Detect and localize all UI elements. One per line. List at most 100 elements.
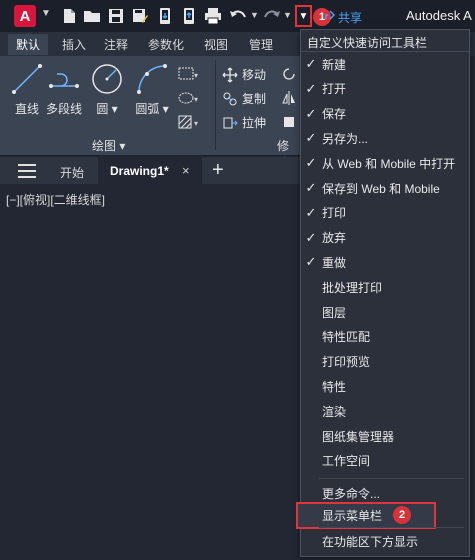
save-web-mobile-icon[interactable]	[180, 7, 198, 25]
menu-item[interactable]: ✓ 新建	[301, 52, 469, 76]
menu-item-label: 工作空间	[322, 454, 371, 469]
group-separator	[215, 60, 216, 150]
tab-parametric[interactable]: 参数化	[148, 36, 184, 53]
menu-item[interactable]: 特性匹配	[301, 325, 469, 349]
new-tab-plus-icon[interactable]: +	[212, 159, 224, 182]
menu-item-label: 保存到 Web 和 Mobile	[322, 181, 440, 196]
menu-item-label: 从 Web 和 Mobile 中打开	[322, 156, 456, 171]
save-icon[interactable]	[107, 7, 125, 25]
menu-item[interactable]: 打印预览	[301, 350, 469, 374]
hamburger-menu-icon[interactable]	[18, 164, 36, 178]
tab-manage[interactable]: 管理	[249, 36, 273, 53]
menu-item[interactable]: ✓ 放弃	[301, 226, 469, 250]
menu-item-label: 显示菜单栏	[322, 509, 383, 523]
menu-item-label: 另存为...	[322, 131, 369, 146]
ribbon-panel: 直线 多段线 圆 ▾ 圆弧 ▾ ▾ ▾ ▾ 移动 复制 拉伸 绘图 ▾ 修	[0, 56, 300, 170]
tab-default[interactable]: 默认	[8, 34, 49, 55]
menu-item[interactable]: ✓ 从 Web 和 Mobile 中打开	[301, 151, 469, 175]
menu-item-label: 图层	[322, 305, 347, 320]
hatch-icon[interactable]: ▾	[177, 114, 199, 130]
close-tab-icon[interactable]: ×	[182, 163, 190, 178]
undo-icon[interactable]	[229, 7, 247, 25]
checkmark-icon: ✓	[305, 56, 317, 71]
menu-item-label: 打印预览	[322, 355, 371, 370]
menu-item-label: 保存	[322, 107, 347, 122]
svg-text:▾: ▾	[194, 95, 198, 104]
fillet-icon[interactable]	[281, 114, 297, 130]
copy-tool[interactable]: 复制	[222, 90, 266, 107]
menu-item[interactable]: ✓ 重做	[301, 250, 469, 274]
line-icon	[12, 64, 42, 94]
tab-annotate[interactable]: 注释	[104, 36, 128, 53]
redo-dropdown-caret-icon[interactable]: ▼	[283, 10, 292, 20]
menu-item-label: 新建	[322, 57, 347, 72]
drawing-tab-label: Drawing1*	[110, 163, 169, 178]
menu-item-label: 放弃	[322, 231, 347, 246]
menu-item-label: 批处理打印	[322, 280, 383, 295]
svg-text:▾: ▾	[194, 71, 198, 80]
polyline-tool[interactable]: 多段线	[46, 62, 82, 117]
mirror-icon[interactable]	[281, 90, 297, 106]
share-icon[interactable]	[324, 9, 336, 21]
move-icon	[222, 67, 238, 82]
ellipse-icon[interactable]: ▾	[177, 90, 199, 106]
show-below-ribbon-item[interactable]: 在功能区下方显示	[301, 529, 469, 553]
viewport-controls-label[interactable]: [−][俯视][二维线框]	[6, 191, 105, 208]
new-file-icon[interactable]	[60, 7, 78, 25]
menu-header: 自定义快速访问工具栏	[301, 30, 469, 52]
share-button[interactable]: 共享	[338, 9, 362, 26]
move-tool[interactable]: 移动	[222, 66, 266, 83]
open-folder-icon[interactable]	[83, 7, 101, 25]
menu-separator	[319, 478, 464, 479]
redo-icon[interactable]	[263, 7, 281, 25]
menu-item[interactable]: 图纸集管理器	[301, 424, 469, 448]
app-logo-button[interactable]: A	[14, 5, 36, 27]
copy-label: 复制	[242, 92, 267, 106]
menu-item-label: 特性	[322, 379, 347, 394]
document-tabs: 开始 Drawing1* × +	[0, 157, 300, 184]
tab-view[interactable]: 视图	[204, 36, 228, 53]
menu-item[interactable]: 渲染	[301, 399, 469, 423]
rotate-icon[interactable]	[281, 66, 297, 82]
app-menu-caret-icon[interactable]: ▼	[41, 8, 51, 19]
tab-insert[interactable]: 插入	[62, 36, 86, 53]
line-tool[interactable]: 直线	[10, 62, 44, 117]
circle-icon	[92, 64, 122, 94]
customize-quick-access-menu: 自定义快速访问工具栏 ✓ 新建 ✓ 打开 ✓ 保存 ✓ 另存为... ✓ 从 Web 和 Mobi…	[296, 29, 470, 557]
open-web-mobile-icon[interactable]	[156, 7, 174, 25]
customize-quick-access-dropdown-button[interactable]: ▼	[295, 5, 312, 27]
menu-item[interactable]: 图层	[301, 300, 469, 324]
menu-item-label: 更多命令...	[322, 486, 381, 501]
menu-item[interactable]: 工作空间	[301, 449, 469, 473]
tab-start[interactable]: 开始	[60, 164, 84, 181]
print-icon[interactable]	[204, 7, 222, 25]
polyline-label: 多段线	[46, 102, 83, 116]
menu-item[interactable]: ✓ 保存	[301, 102, 469, 126]
draw-group-label[interactable]: 绘图 ▾	[92, 137, 125, 154]
menu-item[interactable]: ✓ 保存到 Web 和 Mobile	[301, 176, 469, 200]
menu-item-label: 重做	[322, 255, 347, 270]
save-as-icon[interactable]	[131, 7, 149, 25]
menu-item-label: 特性匹配	[322, 330, 371, 345]
menu-item[interactable]: 特性	[301, 374, 469, 398]
logo-letter: A	[19, 7, 31, 25]
app-title: Autodesk A	[406, 8, 472, 23]
menu-item-label: 打开	[322, 82, 347, 97]
menu-item[interactable]: ✓ 打印	[301, 201, 469, 225]
circle-tool[interactable]: 圆 ▾	[90, 62, 124, 117]
rectangle-icon[interactable]: ▾	[177, 66, 199, 82]
show-menubar-item[interactable]: 显示菜单栏	[296, 502, 436, 529]
menu-item-label: 在功能区下方显示	[322, 534, 419, 549]
copy-icon	[223, 92, 237, 105]
undo-dropdown-caret-icon[interactable]: ▼	[250, 10, 259, 20]
circle-label: 圆 ▾	[96, 102, 118, 116]
stretch-icon	[223, 117, 238, 128]
arc-tool[interactable]: 圆弧 ▾	[135, 62, 169, 117]
stretch-tool[interactable]: 拉伸	[222, 114, 266, 131]
menu-item[interactable]: ✓ 另存为...	[301, 126, 469, 150]
menu-item[interactable]: ✓ 打开	[301, 77, 469, 101]
checkmark-icon: ✓	[305, 180, 317, 195]
menu-item-label: 打印	[322, 206, 347, 221]
menu-item-label: 渲染	[322, 404, 347, 419]
menu-item[interactable]: 批处理打印	[301, 275, 469, 299]
